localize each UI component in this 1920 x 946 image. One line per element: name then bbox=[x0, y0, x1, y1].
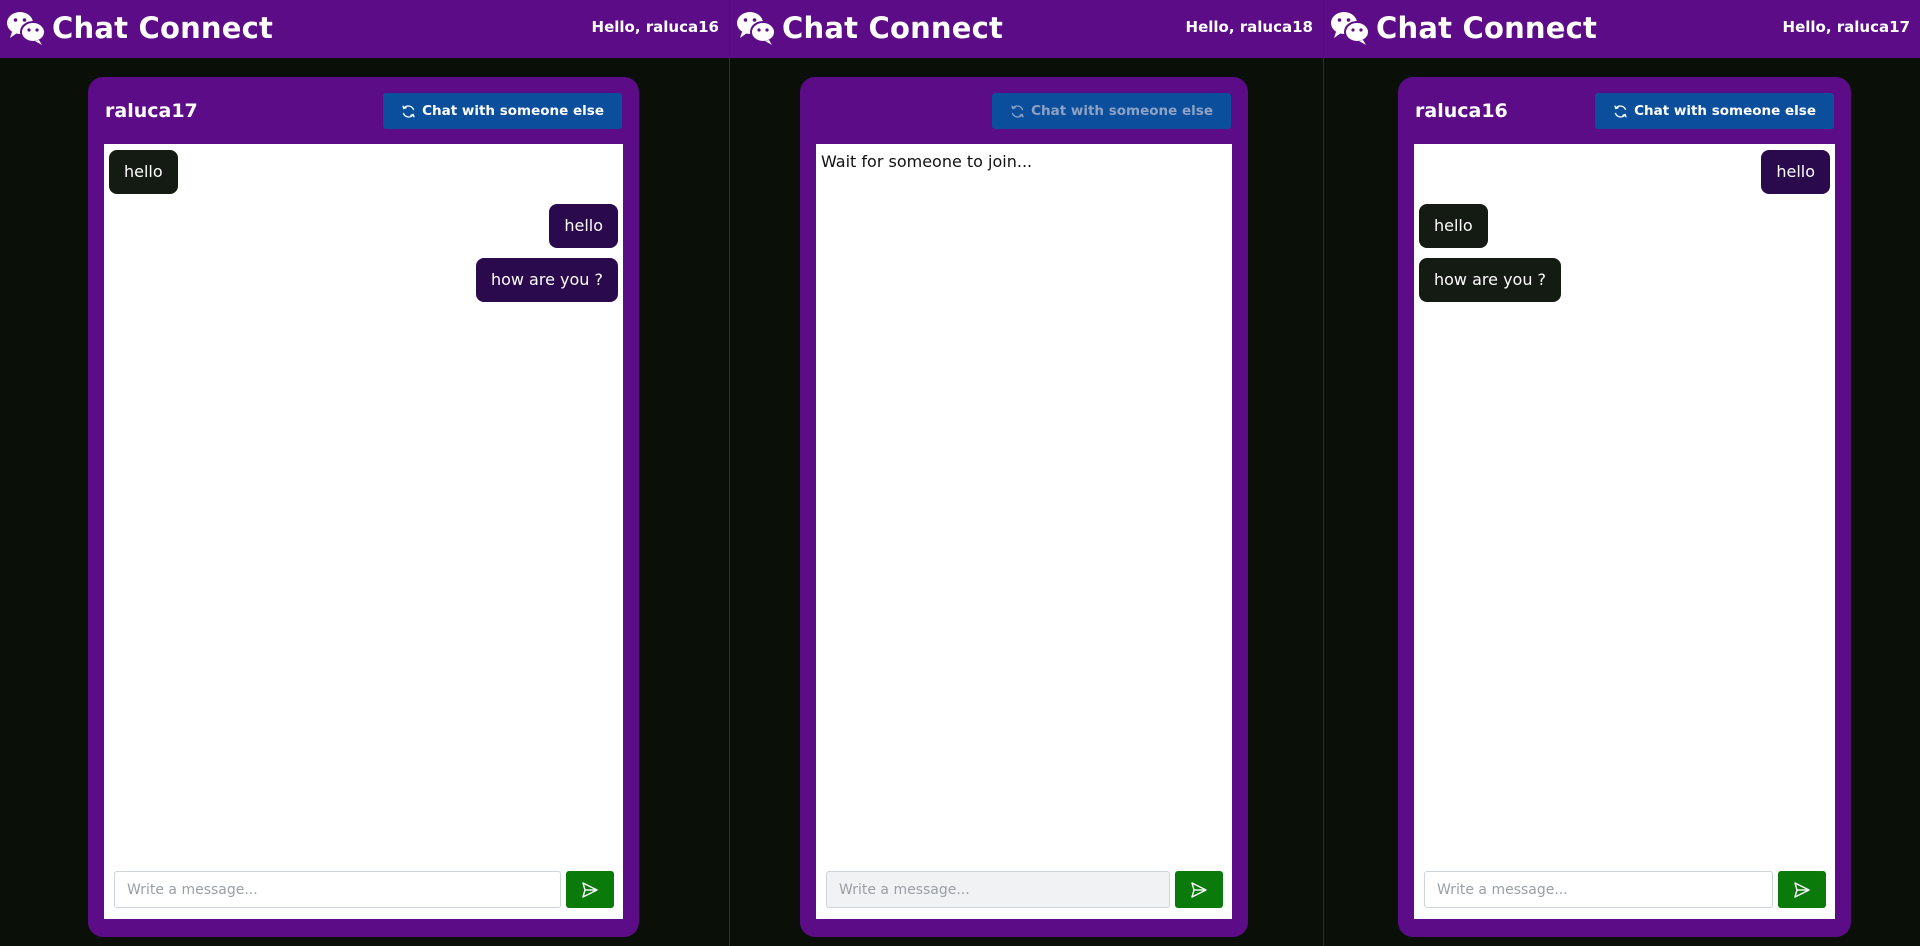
message-input[interactable] bbox=[1424, 871, 1773, 908]
brand[interactable]: Chat Connect bbox=[1330, 10, 1597, 46]
message-composer bbox=[114, 871, 614, 909]
message-row: hello bbox=[1419, 150, 1830, 194]
message-composer bbox=[1424, 871, 1826, 909]
user-greeting: Hello, raluca18 bbox=[1185, 18, 1313, 36]
brand[interactable]: Chat Connect bbox=[6, 10, 273, 46]
refresh-icon bbox=[402, 104, 415, 118]
navbar: Chat Connect Hello, raluca17 bbox=[1324, 0, 1920, 58]
message-row: hello bbox=[1419, 204, 1830, 248]
send-button[interactable] bbox=[1778, 871, 1826, 908]
brand-name: Chat Connect bbox=[52, 11, 274, 45]
send-icon bbox=[582, 881, 598, 898]
sent-message: hello bbox=[1761, 150, 1830, 194]
message-row: how are you ? bbox=[109, 258, 618, 302]
brand[interactable]: Chat Connect bbox=[736, 10, 1003, 46]
send-button[interactable] bbox=[566, 871, 614, 908]
send-icon bbox=[1191, 881, 1207, 898]
wechat-icon bbox=[7, 12, 46, 45]
switch-button-label: Chat with someone else bbox=[422, 103, 604, 119]
message-input[interactable] bbox=[826, 871, 1170, 908]
user-greeting: Hello, raluca16 bbox=[591, 18, 719, 36]
brand-name: Chat Connect bbox=[1376, 11, 1598, 45]
message-list[interactable]: hello hello how are you ? bbox=[1414, 144, 1835, 919]
partner-name: raluca17 bbox=[105, 100, 198, 122]
chat-card: raluca17 Chat with someone else hello he… bbox=[88, 77, 639, 937]
brand-name: Chat Connect bbox=[782, 11, 1004, 45]
chat-card: Chat with someone else Wait for someone … bbox=[800, 77, 1248, 937]
wechat-icon bbox=[1331, 12, 1370, 45]
received-message: hello bbox=[109, 150, 178, 194]
message-list[interactable]: Wait for someone to join... bbox=[816, 144, 1232, 919]
chat-with-someone-else-button[interactable]: Chat with someone else bbox=[383, 93, 622, 129]
partner-name: raluca16 bbox=[1415, 100, 1508, 122]
message-composer bbox=[826, 871, 1223, 909]
switch-button-label: Chat with someone else bbox=[1634, 103, 1816, 119]
refresh-icon bbox=[1011, 104, 1024, 118]
message-row: hello bbox=[109, 150, 618, 194]
switch-button-label: Chat with someone else bbox=[1031, 103, 1213, 119]
user-greeting: Hello, raluca17 bbox=[1782, 18, 1910, 36]
message-input[interactable] bbox=[114, 871, 561, 908]
navbar: Chat Connect Hello, raluca18 bbox=[730, 0, 1323, 58]
chat-card: raluca16 Chat with someone else hello he… bbox=[1398, 77, 1851, 937]
send-button[interactable] bbox=[1175, 871, 1223, 908]
sent-message: hello bbox=[549, 204, 618, 248]
sent-message: how are you ? bbox=[475, 258, 618, 302]
message-row: how are you ? bbox=[1419, 258, 1830, 302]
screen: Chat Connect Hello, raluca16 raluca17 Ch… bbox=[0, 0, 1920, 946]
chat-window-2: Chat Connect Hello, raluca18 Chat with s… bbox=[730, 0, 1323, 946]
chat-with-someone-else-button[interactable]: Chat with someone else bbox=[1595, 93, 1834, 129]
received-message: hello bbox=[1419, 204, 1488, 248]
navbar: Chat Connect Hello, raluca16 bbox=[0, 0, 729, 58]
message-list[interactable]: hello hello how are you ? bbox=[104, 144, 623, 919]
chat-window-1: Chat Connect Hello, raluca16 raluca17 Ch… bbox=[0, 0, 729, 946]
waiting-status: Wait for someone to join... bbox=[821, 152, 1033, 171]
send-icon bbox=[1794, 881, 1810, 898]
refresh-icon bbox=[1614, 104, 1627, 118]
chat-with-someone-else-button[interactable]: Chat with someone else bbox=[992, 93, 1231, 129]
message-row: hello bbox=[109, 204, 618, 248]
chat-window-3: Chat Connect Hello, raluca17 raluca16 Ch… bbox=[1324, 0, 1920, 946]
wechat-icon bbox=[737, 12, 776, 45]
received-message: how are you ? bbox=[1419, 258, 1562, 302]
